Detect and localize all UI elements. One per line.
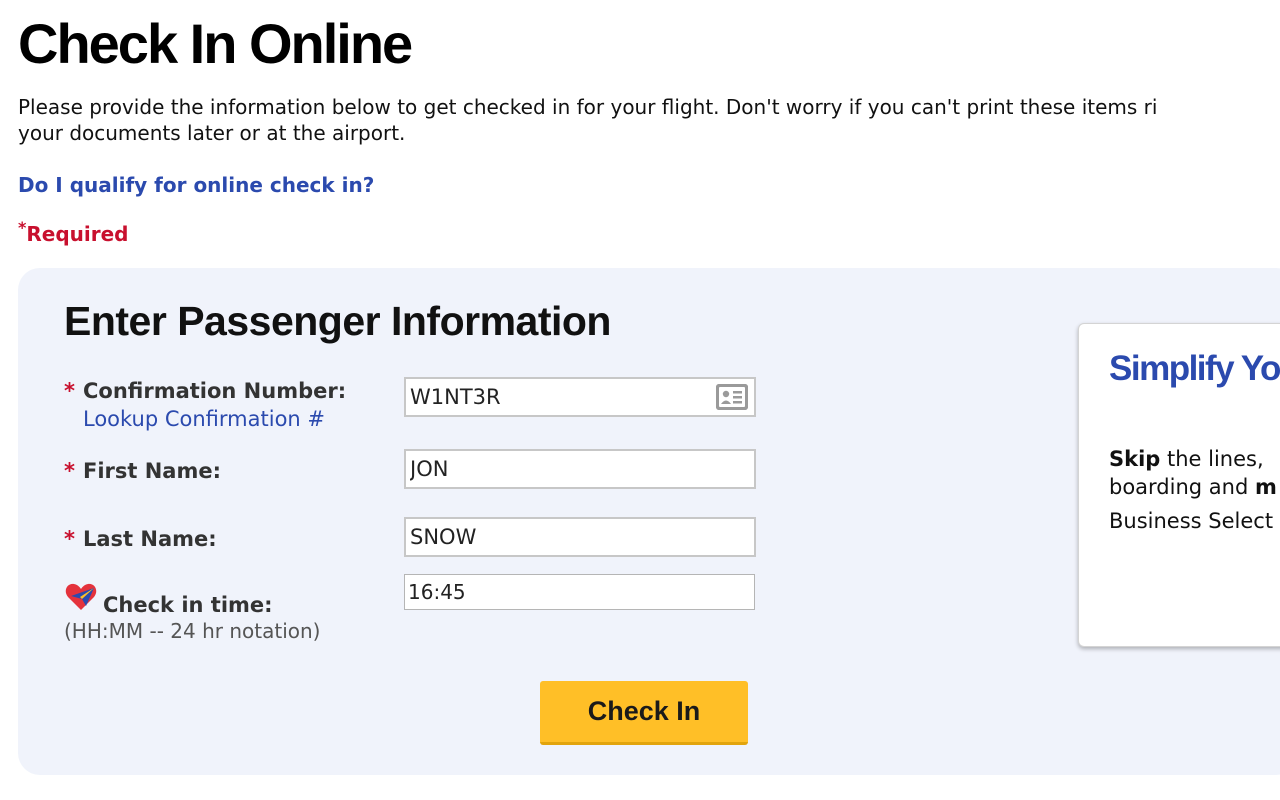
- promo-line-2-bold: m: [1254, 475, 1277, 499]
- intro-line-2: your documents later or at the airport.: [18, 121, 406, 145]
- last-name-label: * Last Name:: [64, 525, 217, 553]
- time-format-hint: (HH:MM -- 24 hr notation): [64, 619, 321, 643]
- lookup-confirmation-link[interactable]: Lookup Confirmation #: [83, 405, 325, 433]
- id-card-icon[interactable]: [716, 384, 748, 410]
- last-name-label-text: Last Name:: [82, 527, 217, 551]
- first-name-label-text: First Name:: [82, 459, 222, 483]
- qualify-link[interactable]: Do I qualify for online check in?: [18, 172, 374, 198]
- required-note: *Required: [18, 218, 129, 248]
- first-name-input[interactable]: [404, 449, 756, 489]
- intro-text: Please provide the information below to …: [18, 94, 1280, 146]
- promo-line-1-bold: Skip: [1109, 447, 1161, 471]
- required-label: Required: [26, 222, 129, 246]
- confirmation-label-text: Confirmation Number:: [82, 379, 347, 403]
- check-in-time-label: Check in time:: [103, 593, 273, 617]
- intro-line-1: Please provide the information below to …: [18, 95, 1158, 119]
- confirmation-label: * Confirmation Number:: [64, 377, 346, 405]
- required-marker: *: [64, 379, 75, 403]
- required-marker: *: [64, 459, 75, 483]
- promo-line-1: Skip the lines,: [1109, 445, 1264, 473]
- page-title: Check In Online: [18, 12, 413, 75]
- promo-title: Simplify Yo: [1109, 349, 1280, 388]
- last-name-input[interactable]: [404, 517, 756, 557]
- promo-line-3: Business Select: [1109, 509, 1274, 533]
- promo-line-2-text: boarding and: [1109, 475, 1255, 499]
- first-name-label: * First Name:: [64, 457, 221, 485]
- confirmation-number-input[interactable]: [404, 377, 756, 417]
- required-marker: *: [64, 527, 75, 551]
- required-star: *: [18, 218, 27, 237]
- panel-title: Enter Passenger Information: [64, 298, 611, 344]
- check-in-button[interactable]: Check In: [540, 681, 748, 745]
- promo-line-2: boarding and m: [1109, 473, 1277, 501]
- check-in-time-input[interactable]: [404, 574, 755, 610]
- heart-plane-icon: [64, 582, 98, 612]
- promo-line-1-text: the lines,: [1160, 447, 1264, 471]
